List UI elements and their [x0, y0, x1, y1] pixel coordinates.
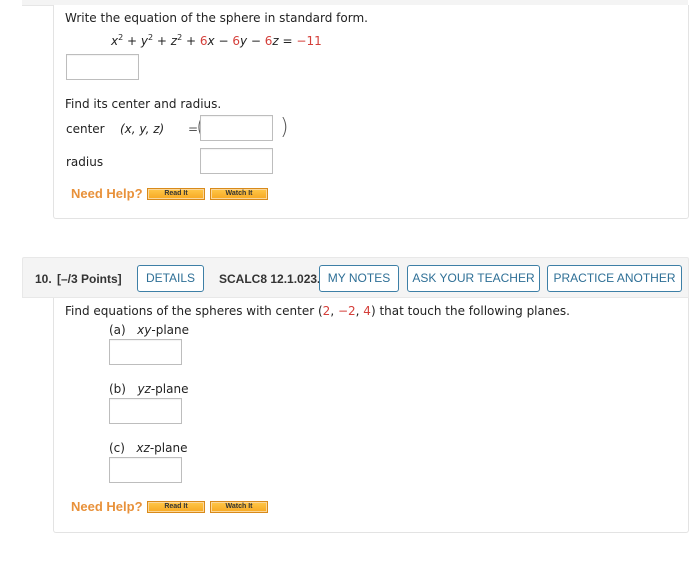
center-label: center: [66, 122, 105, 136]
radius-label: radius: [66, 155, 104, 169]
standard-form-answer-input[interactable]: [66, 54, 139, 80]
need-help-label: Need Help?: [71, 499, 143, 514]
part-a-answer-input[interactable]: [109, 339, 182, 365]
watch-it-button[interactable]: Watch It: [210, 188, 268, 200]
part-a-label: (a) xy-plane: [109, 323, 189, 337]
q9-prompt: Write the equation of the sphere in stan…: [65, 11, 368, 25]
q10-prompt: Find equations of the spheres with cente…: [65, 304, 570, 318]
center-radius-prompt: Find its center and radius.: [65, 97, 222, 111]
part-c-answer-input[interactable]: [109, 457, 182, 483]
close-paren: ): [280, 115, 289, 140]
need-help-label: Need Help?: [71, 186, 143, 201]
question-9-card: Write the equation of the sphere in stan…: [53, 5, 689, 219]
radius-answer-input[interactable]: [200, 148, 273, 174]
part-c-label: (c) xz-plane: [109, 441, 188, 455]
question-10-card: Find equations of the spheres with cente…: [53, 298, 689, 533]
part-b-label: (b) yz-plane: [109, 382, 189, 396]
watch-it-button[interactable]: Watch It: [210, 501, 268, 513]
question-10-header: 10. [–/3 Points] DETAILS SCALC8 12.1.023…: [22, 257, 689, 298]
my-notes-button[interactable]: MY NOTES: [319, 265, 399, 292]
question-number: 10.: [35, 272, 52, 286]
points-label: [–/3 Points]: [57, 272, 122, 286]
read-it-button[interactable]: Read It: [147, 188, 205, 200]
center-answer-input[interactable]: [200, 115, 273, 141]
center-variables: (x, y, z): [120, 122, 165, 136]
read-it-button[interactable]: Read It: [147, 501, 205, 513]
q9-equation: x2 + y2 + z2 + 6x − 6y − 6z = −11: [111, 33, 322, 48]
practice-another-button[interactable]: PRACTICE ANOTHER: [547, 265, 682, 292]
part-b-answer-input[interactable]: [109, 398, 182, 424]
problem-code: SCALC8 12.1.023.: [219, 272, 321, 286]
ask-your-teacher-button[interactable]: ASK YOUR TEACHER: [407, 265, 540, 292]
details-button[interactable]: DETAILS: [137, 265, 204, 292]
